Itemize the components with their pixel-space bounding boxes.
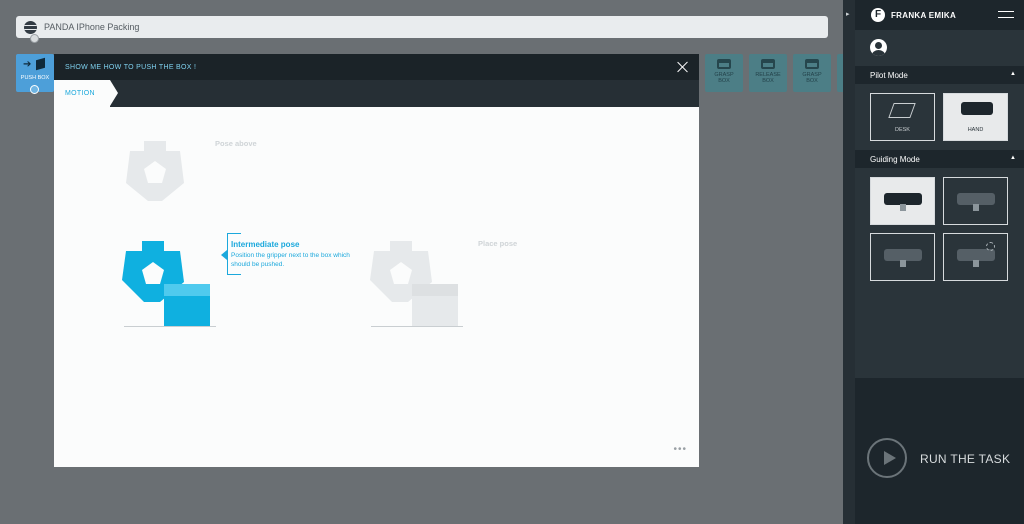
avatar[interactable] [870, 39, 887, 56]
mode-label: HAND [967, 127, 984, 133]
pilot-mode-title: Pilot Mode [870, 70, 908, 80]
pilot-mode-header[interactable]: Pilot Mode ▲ [855, 66, 1024, 84]
guiding-mode-custom[interactable] [943, 233, 1008, 281]
guiding-mode-free[interactable] [870, 233, 935, 281]
guiding-mode-header[interactable]: Guiding Mode ▲ [855, 150, 1024, 168]
guiding-mode-title: Guiding Mode [870, 154, 920, 164]
gear-icon [986, 242, 995, 251]
gripper-icon [805, 59, 819, 69]
gripper-stem [900, 260, 906, 267]
gripper-stem [973, 204, 979, 211]
release-box-tile[interactable]: RELEASE BOX [749, 54, 787, 92]
dialog-title: SHOW ME HOW TO PUSH THE BOX ! [65, 63, 197, 71]
run-task-label[interactable]: RUN THE TASK [920, 452, 1010, 466]
gripper-place-illustration[interactable] [368, 240, 462, 326]
gripper-intermediate-illustration[interactable] [120, 240, 214, 326]
gripper-above-illustration[interactable] [122, 139, 188, 203]
intermediate-pose-desc: Position the gripper next to the box whi… [231, 252, 350, 268]
brand-name: FRANKA EMIKA [891, 10, 957, 20]
box-icon [36, 57, 45, 71]
motion-dialog: SHOW ME HOW TO PUSH THE BOX ! MOTION Pos… [54, 54, 699, 467]
desk-icon [888, 103, 916, 118]
pilot-mode-desk[interactable]: DESK [870, 93, 935, 141]
tab-label: MOTION [65, 90, 95, 97]
menu-icon[interactable] [998, 11, 1014, 18]
grasp-box-tile[interactable]: GRASP BOX [705, 54, 743, 92]
pose-above-label: Pose above [215, 139, 257, 148]
guiding-mode-rotation[interactable] [943, 177, 1008, 225]
brand-header: FRANKA EMIKA [855, 0, 1024, 30]
more-options-icon[interactable]: ••• [673, 444, 687, 455]
check-icon [30, 85, 39, 94]
tab-motion[interactable]: MOTION [54, 80, 118, 107]
task-name: PANDA IPhone Packing [44, 22, 140, 32]
floor-line [371, 326, 463, 327]
place-pose-label: Place pose [478, 239, 518, 248]
app-tile-label: PUSH BOX [20, 75, 50, 81]
run-area: RUN THE TASK [855, 378, 1024, 524]
globe-icon [24, 20, 37, 34]
hand-icon [961, 102, 993, 115]
gripper-icon [761, 59, 775, 69]
caret-up-icon[interactable]: ▲ [1010, 71, 1016, 77]
pilot-mode-hand[interactable]: HAND [943, 93, 1008, 141]
task-bar[interactable]: PANDA IPhone Packing [16, 16, 828, 38]
play-button[interactable] [867, 438, 907, 478]
caret-up-icon[interactable]: ▲ [1010, 155, 1016, 161]
dialog-tabs: MOTION [54, 80, 699, 107]
chevron-right-icon[interactable]: ▸ [846, 10, 850, 18]
franka-logo [871, 8, 885, 22]
timeline-handle[interactable] [30, 34, 39, 43]
gripper-stem [973, 260, 979, 267]
push-box-app-tile[interactable]: ➔ PUSH BOX [16, 54, 54, 94]
mode-label: DESK [895, 127, 910, 133]
floor-line [124, 326, 216, 327]
user-row [855, 30, 1024, 66]
sidebar: ▸ FRANKA EMIKA Pilot Mode ▲ DESK HAND Gu… [843, 0, 1024, 524]
intermediate-pose-title: Intermediate pose [231, 240, 300, 249]
tile-label: BOX [806, 78, 818, 84]
grasp-box-tile[interactable]: GRASP BOX [793, 54, 831, 92]
arrow-right-icon: ➔ [23, 59, 32, 70]
guiding-mode-options [855, 168, 1024, 290]
queued-apps: GRASP BOX RELEASE BOX GRASP BOX [705, 54, 847, 92]
pilot-mode-options: DESK HAND [855, 84, 1024, 150]
tile-label: BOX [718, 78, 730, 84]
dialog-header: SHOW ME HOW TO PUSH THE BOX ! [54, 54, 699, 80]
sidebar-collapse-strip[interactable]: ▸ [843, 0, 855, 524]
guiding-mode-translation[interactable] [870, 177, 935, 225]
gripper-stem [900, 204, 906, 211]
close-icon[interactable] [677, 61, 689, 73]
gripper-icon [717, 59, 731, 69]
tile-label: BOX [762, 78, 774, 84]
